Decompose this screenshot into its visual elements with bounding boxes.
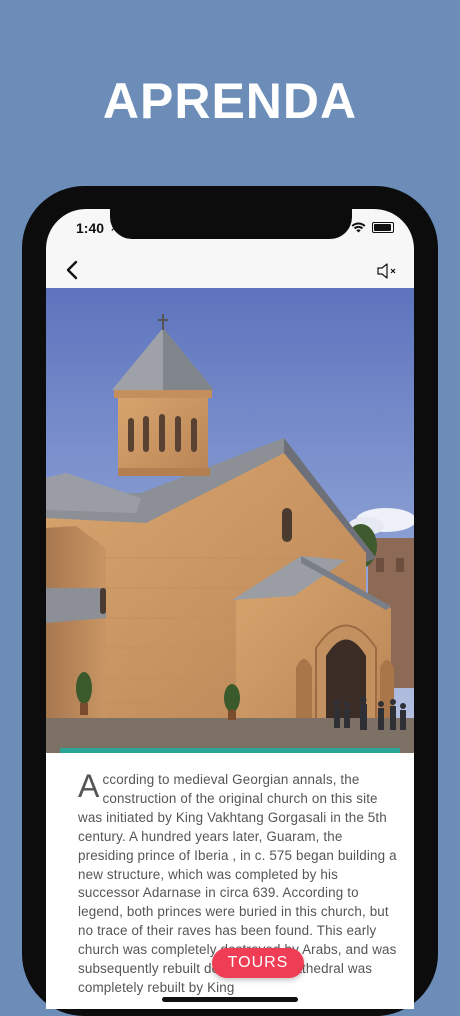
notch [110,209,352,239]
nav-bar [46,251,414,289]
battery-icon [372,222,394,233]
drop-cap: A [78,768,100,804]
home-indicator [162,997,298,1002]
speaker-muted-icon[interactable] [374,258,400,284]
tours-button[interactable]: TOURS [212,948,304,978]
church-photo [46,288,414,753]
phone-screen: 1:40 ➚ [46,209,414,1009]
status-time: 1:40 [76,220,105,236]
chevron-left-icon[interactable] [60,257,86,283]
wifi-icon [351,222,366,233]
headline: APRENDA [102,73,358,129]
